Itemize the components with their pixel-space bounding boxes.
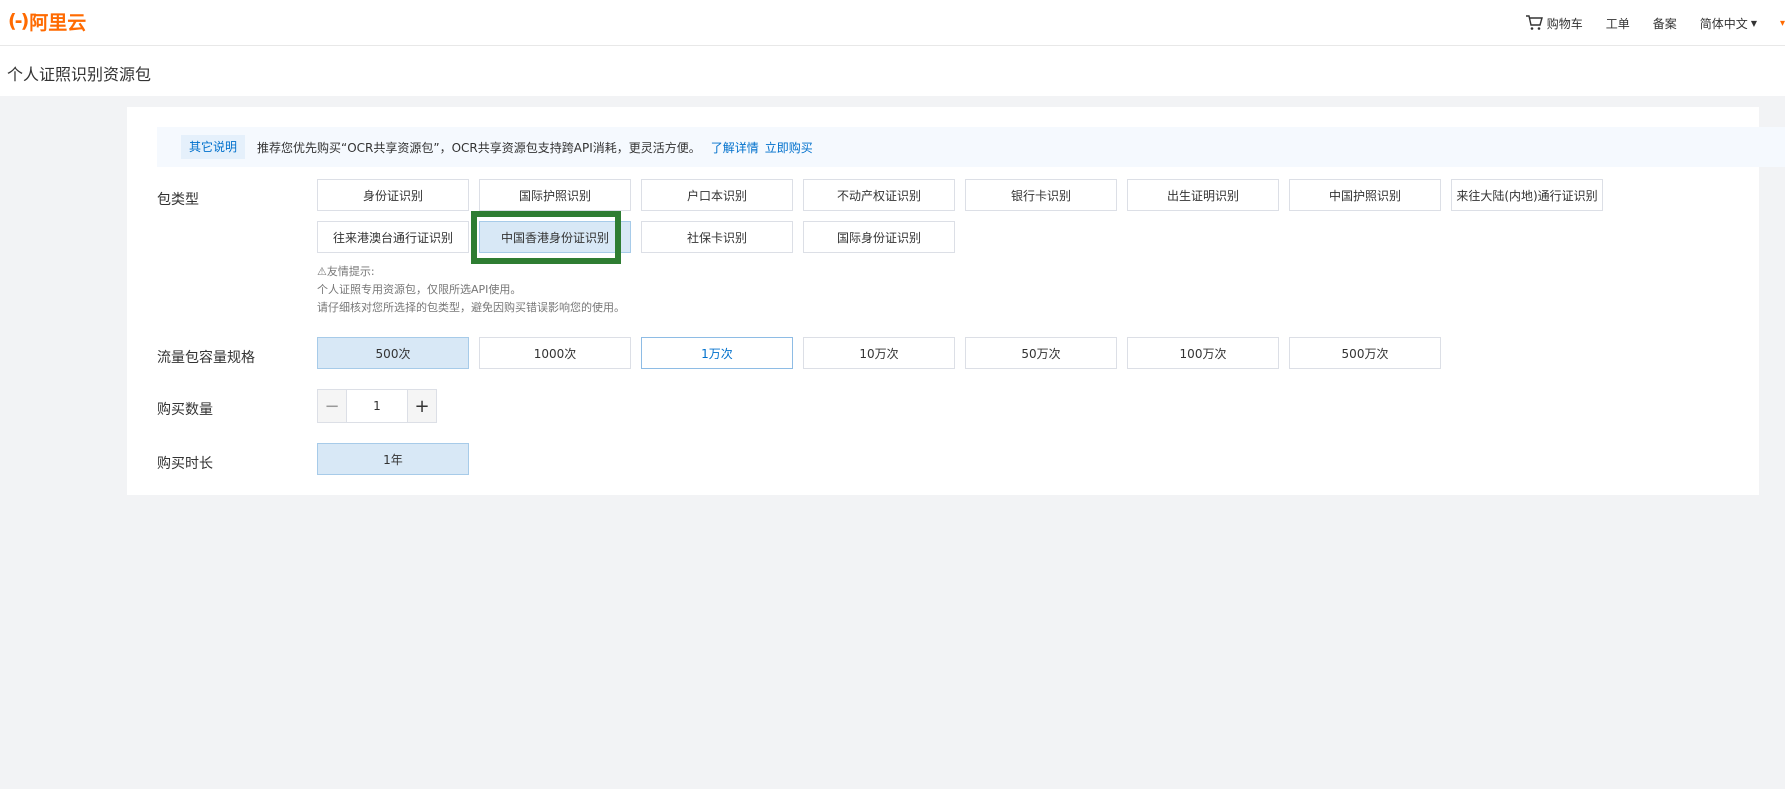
package-option[interactable]: 中国护照识别 — [1289, 179, 1441, 211]
buy-now-link[interactable]: 立即购买 — [765, 139, 813, 156]
duration-label: 购买时长 — [157, 456, 213, 472]
package-option[interactable]: 国际身份证识别 — [803, 221, 955, 253]
capacity-option-hovered[interactable]: 1万次 — [641, 337, 793, 369]
package-option[interactable]: 身份证识别 — [317, 179, 469, 211]
language-label: 简体中文 — [1699, 16, 1748, 31]
tips-line: 请仔细核对您所选择的包类型，避免因购买错误影响您的使用。 — [317, 301, 625, 314]
package-option[interactable]: 往来港澳台通行证识别 — [317, 221, 469, 253]
notice-banner: 其它说明 推荐您优先购买“OCR共享资源包”，OCR共享资源包支持跨API消耗，… — [157, 127, 1785, 167]
cart-icon — [1525, 15, 1543, 30]
notice-tag: 其它说明 — [181, 135, 246, 159]
page-header: 个人证照识别资源包 — [0, 46, 1785, 96]
aliyun-logo-mark: (-) — [8, 10, 29, 32]
top-nav-menu: 购物车 工单 备案 简体中文 ▼ ▾ — [1525, 0, 1785, 46]
package-option[interactable]: 来往大陆(内地)通行证识别 — [1451, 179, 1603, 211]
quantity-label: 购买数量 — [157, 402, 213, 418]
top-navigation-bar: (-) 阿里云 购物车 工单 备案 简体中文 ▼ ▾ — [0, 0, 1785, 46]
cart-label: 购物车 — [1546, 16, 1583, 31]
package-type-label: 包类型 — [157, 192, 199, 208]
decrement-button[interactable]: − — [318, 390, 346, 422]
package-option[interactable]: 不动产权证识别 — [803, 179, 955, 211]
language-select[interactable]: 简体中文 ▼ — [1700, 15, 1757, 32]
package-option[interactable]: 社保卡识别 — [641, 221, 793, 253]
capacity-label: 流量包容量规格 — [157, 350, 255, 366]
filing-link[interactable]: 备案 — [1653, 15, 1677, 32]
capacity-option[interactable]: 100万次 — [1127, 337, 1279, 369]
more-icon[interactable]: ▾ — [1780, 18, 1785, 29]
selection-highlight-box — [471, 211, 621, 264]
tips-line: 个人证照专用资源包，仅限所选API使用。 — [317, 283, 522, 296]
friendly-tips: ⚠友情提示: 个人证照专用资源包，仅限所选API使用。 请仔细核对您所选择的包类… — [317, 263, 625, 317]
increment-button[interactable]: + — [408, 390, 436, 422]
tips-title: ⚠友情提示: — [317, 265, 375, 278]
capacity-option[interactable]: 1000次 — [479, 337, 631, 369]
quantity-input[interactable]: 1 — [346, 390, 408, 422]
chevron-down-icon: ▼ — [1750, 18, 1757, 28]
notice-text: 推荐您优先购买“OCR共享资源包”，OCR共享资源包支持跨API消耗，更灵活方便… — [257, 140, 701, 155]
cart-link[interactable]: 购物车 — [1525, 15, 1583, 32]
capacity-option[interactable]: 10万次 — [803, 337, 955, 369]
learn-more-link[interactable]: 了解详情 — [711, 139, 759, 156]
capacity-option[interactable]: 50万次 — [965, 337, 1117, 369]
capacity-option[interactable]: 500万次 — [1289, 337, 1441, 369]
package-option[interactable]: 银行卡识别 — [965, 179, 1117, 211]
purchase-form-card: 其它说明 推荐您优先购买“OCR共享资源包”，OCR共享资源包支持跨API消耗，… — [127, 107, 1785, 495]
capacity-option-selected[interactable]: 500次 — [317, 337, 469, 369]
aliyun-logo-text: 阿里云 — [29, 11, 87, 34]
package-option[interactable]: 国际护照识别 — [479, 179, 631, 211]
quantity-stepper: − 1 + — [317, 389, 437, 423]
ticket-link[interactable]: 工单 — [1606, 15, 1630, 32]
package-option[interactable]: 出生证明识别 — [1127, 179, 1279, 211]
aliyun-logo[interactable]: (-) 阿里云 — [8, 10, 87, 34]
package-option[interactable]: 户口本识别 — [641, 179, 793, 211]
duration-option-selected[interactable]: 1年 — [317, 443, 469, 475]
page-title: 个人证照识别资源包 — [7, 65, 152, 84]
